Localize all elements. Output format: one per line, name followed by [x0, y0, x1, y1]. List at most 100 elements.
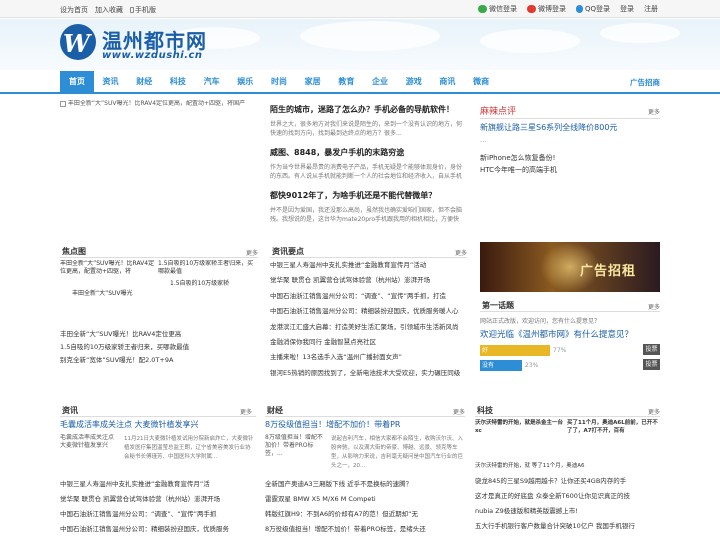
set-homepage-link[interactable]: 设为首页 [60, 5, 88, 15]
list-item[interactable]: 这才是真正的好底盘 众泰全新T600让你见识真正的技 [475, 489, 660, 504]
list-item[interactable]: 中国石油浙江销售温州分公司：精细装扮迎国庆，优质服务 [60, 522, 256, 537]
news-points-title: 资讯要点 [272, 247, 304, 256]
nav-item[interactable]: 资讯 [94, 71, 128, 92]
list-item[interactable]: 骁龙845的三星S9越用越卡？让你还买4GB内存的手 [475, 474, 660, 489]
nav-item[interactable]: 企业 [363, 71, 397, 92]
site-logo[interactable]: W 温州都市网 www.wzdushi.cn [60, 22, 280, 68]
list-item[interactable]: 中国石油浙江销售温州分公司：“调查”、“宣传”两手抓，打造 [270, 289, 467, 304]
weibo-login-label: 微博登录 [537, 5, 566, 13]
login-link[interactable]: 登录 [620, 4, 634, 14]
news-more-link[interactable]: 更多 [455, 248, 467, 257]
wechat-icon [477, 5, 487, 13]
divider [60, 416, 256, 417]
focus-bottom-caption: 1.5自吸的10万级家轿 [170, 280, 230, 287]
nav-item[interactable]: 首页 [60, 71, 94, 94]
focus-list: 丰田全新“大”SUV曝光！比RAV4定位更高 1.5自吸的10万级家轿王者归来，… [60, 328, 258, 367]
weibo-login-link[interactable]: 微博登录 [526, 4, 566, 14]
tech-column: 科技 更多 沃尔沃特雷的开始，就是杀金主一台xc 买了11个月，奥迪A6L前前，… [475, 402, 660, 540]
top-main-image[interactable]: 丰田全新“大”SUV曝光！比RAV4定位更高，配置动+四驱，将国产 [60, 100, 260, 230]
qq-login-label: QQ登录 [584, 5, 610, 13]
tech-card[interactable]: 买了11个月，奥迪A6L前前，已开不了了，A7打不开，百有 [567, 419, 659, 443]
comment-headline[interactable]: 新旗舰让路三星S6系列全线降价800元 [480, 122, 617, 133]
tech-card-caption: 沃尔沃特雷的开始，就是杀金主一台xc [475, 420, 563, 434]
nav-item[interactable]: 商讯 [431, 71, 465, 92]
finance-column-desc: 说起吉利汽车，相信大家都不会陌生，收购沃尔沃、入股奔驰，以及满大街的帝豪、博越、… [331, 436, 463, 469]
list-item[interactable]: 中银三星人寿温州中支扎实推进“金融教育宣传月”活 [60, 477, 256, 492]
news-column-headline[interactable]: 毛囊成活率成关注点 大麦微针植发享兴 [60, 419, 199, 430]
story-title[interactable]: 威图、8848，暴发户手机的末路穷途 [270, 147, 467, 158]
nav-item[interactable]: 家居 [296, 71, 330, 92]
finance-column-image-alt: 8万级值担当！增配不加价！带着PRO标签，... [265, 434, 323, 457]
wechat-login-link[interactable]: 微信登录 [477, 4, 517, 14]
nav-ad-link[interactable]: 广告招商 [630, 77, 660, 88]
nav-item[interactable]: 微商 [464, 71, 498, 92]
news-column-list: 中银三星人寿温州中支扎实推进“金融教育宣传月”活 觉华聚 联贯仓 凯翼营仓试驾体… [60, 477, 256, 537]
nav-item[interactable]: 汽车 [195, 71, 229, 92]
story-title[interactable]: 都快9012年了，为啥手机还是不能代替微单？ [270, 190, 467, 201]
comment-extra: ... [480, 136, 487, 144]
list-item[interactable]: 觉华聚 联贯仓 凯翼营仓试驾体验营（杭州站）澎湃开场 [270, 273, 467, 288]
comment-item[interactable]: 新iPhone怎么恢复备份! [480, 153, 555, 163]
nav-item[interactable]: 娱乐 [228, 71, 262, 92]
news-column-image[interactable]: 毛囊成活率成关注点 大麦微针植发享兴 [60, 434, 120, 480]
story-title[interactable]: 陌生的城市，迷路了怎么办？手机必备的导航软件！ [270, 104, 467, 115]
tech-column-title: 科技 [477, 406, 493, 415]
list-item[interactable]: 1.5自吸的10万级家轿王者归来，买哪款最值 [60, 341, 258, 354]
divider [480, 118, 660, 119]
story-desc: 作为当今世界最昂贵的消费电子产品，手机无疑是个能够体现身价，身份的东西。有人说从… [270, 164, 463, 180]
list-item[interactable]: 别克全新“宽体”SUV曝光！配2.0T+9A [60, 354, 258, 367]
list-item[interactable]: 银河E5热销的原因找到了，全新电池技术大受欢迎，实力碾压同级 [270, 366, 467, 381]
top-bar-left: 设为首页 加入收藏 手机版 [60, 5, 156, 15]
nav-item[interactable]: 科技 [161, 71, 195, 92]
vote-button[interactable]: 投票 [643, 344, 660, 355]
tech-card[interactable]: 沃尔沃特雷的开始，就是杀金主一台xc [475, 419, 563, 443]
mobile-version-link[interactable]: 手机版 [130, 5, 156, 15]
list-item[interactable]: 金融消保你我同行 金融智慧点亮社区 [270, 335, 467, 350]
vote-option-label: 没有 [482, 361, 495, 369]
list-item[interactable]: 8万役级值担当！增配不加价！带着PRO标签，是绪头还 [265, 522, 465, 537]
nav-item[interactable]: 财经 [127, 71, 161, 92]
list-item[interactable]: 丰田全新“大”SUV曝光！比RAV4定位更高 [60, 328, 258, 341]
list-item[interactable]: nubia Z9极速版和精英版震撼上市! [475, 504, 660, 519]
list-item[interactable]: 五大行手机银行客户数量合计突破10亿户 我国手机银行 [475, 519, 660, 534]
finance-column-more-link[interactable]: 更多 [453, 407, 465, 416]
comment-item[interactable]: HTC今年唯一的高端手机 [480, 165, 557, 175]
story: 威图、8848，暴发户手机的末路穷途 作为当今世界最昂贵的消费电子产品，手机无疑… [270, 147, 467, 190]
list-item[interactable]: 中国石油浙江销售温州分公司：“调查”、“宣传”两手抓 [60, 507, 256, 522]
qq-login-link[interactable]: QQ登录 [575, 4, 610, 14]
vote-bar: 好 [480, 344, 550, 356]
finance-column-headline[interactable]: 8万役级值担当！增配不加价！带着PR [265, 419, 400, 430]
list-item[interactable]: 主播来啦！13名选手入选“温州广播封面女声” [270, 350, 467, 365]
news-column-image-alt: 毛囊成活率成关注点 大麦微针植发享兴 [60, 434, 115, 449]
add-favorite-link[interactable]: 加入收藏 [95, 5, 123, 15]
vote-button[interactable]: 投票 [643, 359, 660, 370]
news-column: 资讯 更多 毛囊成活率成关注点 大麦微针植发享兴 毛囊成活率成关注点 大麦微针植… [60, 402, 256, 540]
vote-more-link[interactable]: 更多 [648, 302, 660, 311]
top-bar: 设为首页 加入收藏 手机版 微信登录 微博登录 QQ登录 登录 注册 [0, 0, 720, 18]
list-item[interactable]: 全新国产奥迪A3三厢版下线 近乎不是换标的速腾？ [265, 477, 465, 492]
divider [60, 257, 258, 258]
logo-mark-letter: W [63, 29, 90, 58]
wechat-login-label: 微信登录 [488, 5, 517, 13]
list-item[interactable]: 中国石油浙江销售温州分公司：精细装扮迎国庆，优质服务暖人心 [270, 304, 467, 319]
main-nav: 首页 资讯 财经 科技 汽车 娱乐 时尚 家居 教育 企业 游戏 商讯 微商 广告招商 [0, 71, 720, 94]
focus-more-link[interactable]: 更多 [246, 248, 258, 257]
news-column-more-link[interactable]: 更多 [240, 407, 252, 416]
nav-item[interactable]: 游戏 [397, 71, 431, 92]
register-link[interactable]: 注册 [644, 4, 658, 14]
list-item[interactable]: 韩版红旗H9：不到A6的价却有A7的范！但近期却“无 [265, 507, 465, 522]
finance-column-image[interactable]: 8万级值担当！增配不加价！带着PRO标签，... [265, 434, 327, 480]
list-item[interactable]: 龙港滨江汇盛大启幕：打造美好生活汇聚场，引领城市生活新风尚 [270, 320, 467, 335]
nav-item[interactable]: 时尚 [262, 71, 296, 92]
finance-column-list: 全新国产奥迪A3三厢版下线 近乎不是换标的速腾？ 雷霆双星 BMW X5 M/X… [265, 477, 465, 537]
news-points: 资讯要点 更多 中银三星人寿温州中支扎实推进“金融教育宣传月”活动 觉华聚 联贯… [270, 242, 467, 382]
nav-item[interactable]: 教育 [330, 71, 364, 92]
list-item[interactable]: 中银三星人寿温州中支扎实推进“金融教育宣传月”活动 [270, 258, 467, 273]
list-item[interactable]: 雷霆双星 BMW X5 M/X6 M Competi [265, 492, 465, 507]
focus-card[interactable]: 丰田全新“大”SUV曝光！比RAV4定位更高，配置动+四驱，将 [60, 260, 156, 284]
tech-column-more-link[interactable]: 更多 [648, 407, 660, 416]
focus-card[interactable]: 1.5自吸的10万级家轿王者归来，买哪款最值 [158, 260, 254, 276]
ad-banner[interactable]: 广告招租 [480, 242, 660, 292]
comment-more-link[interactable]: 更多 [648, 107, 660, 116]
list-item[interactable]: 觉华聚 联贯仓 凯翼营仓试驾体验营（杭州站）澎湃开场 [60, 492, 256, 507]
